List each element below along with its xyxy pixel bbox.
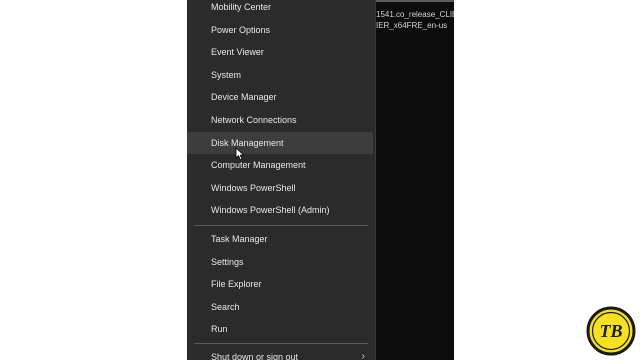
screen: 1541.co_release_CLIE IER_x64FRE_en-us Mo…: [0, 0, 640, 360]
menu-item-windows-powershell-admin[interactable]: Windows PowerShell (Admin): [187, 199, 373, 221]
menu-separator: [194, 343, 368, 344]
menu-item-disk-management[interactable]: Disk Management: [187, 132, 373, 154]
menu-item-mobility-center[interactable]: Mobility Center: [187, 0, 373, 18]
menu-item-search[interactable]: Search: [187, 296, 373, 318]
menu-item-label: Shut down or sign out: [211, 352, 299, 360]
menu-item-shut-down-or-sign-out[interactable]: Shut down or sign out ›: [187, 346, 373, 360]
menu-item-power-options[interactable]: Power Options: [187, 19, 373, 41]
chevron-right-icon: ›: [361, 351, 365, 360]
background-console-window: 1541.co_release_CLIE IER_x64FRE_en-us: [375, 0, 454, 360]
menu-item-file-explorer[interactable]: File Explorer: [187, 273, 373, 295]
menu-item-event-viewer[interactable]: Event Viewer: [187, 41, 373, 63]
menu-item-network-connections[interactable]: Network Connections: [187, 109, 373, 131]
menu-item-system[interactable]: System: [187, 64, 373, 86]
mouse-cursor-icon: [235, 147, 244, 161]
menu-separator: [194, 225, 368, 226]
console-text-line: 1541.co_release_CLIE: [376, 10, 454, 19]
logo-text: TB: [599, 321, 622, 341]
console-title-edge: [375, 0, 454, 2]
menu-item-task-manager[interactable]: Task Manager: [187, 228, 373, 250]
menu-item-run[interactable]: Run: [187, 318, 373, 340]
console-text-line: IER_x64FRE_en-us: [376, 21, 448, 30]
menu-item-settings[interactable]: Settings: [187, 251, 373, 273]
channel-logo-icon: TB: [586, 306, 636, 356]
menu-item-device-manager[interactable]: Device Manager: [187, 86, 373, 108]
menu-item-computer-management[interactable]: Computer Management: [187, 154, 373, 176]
quick-link-menu: Mobility Center Power Options Event View…: [187, 0, 376, 360]
menu-item-windows-powershell[interactable]: Windows PowerShell: [187, 177, 373, 199]
